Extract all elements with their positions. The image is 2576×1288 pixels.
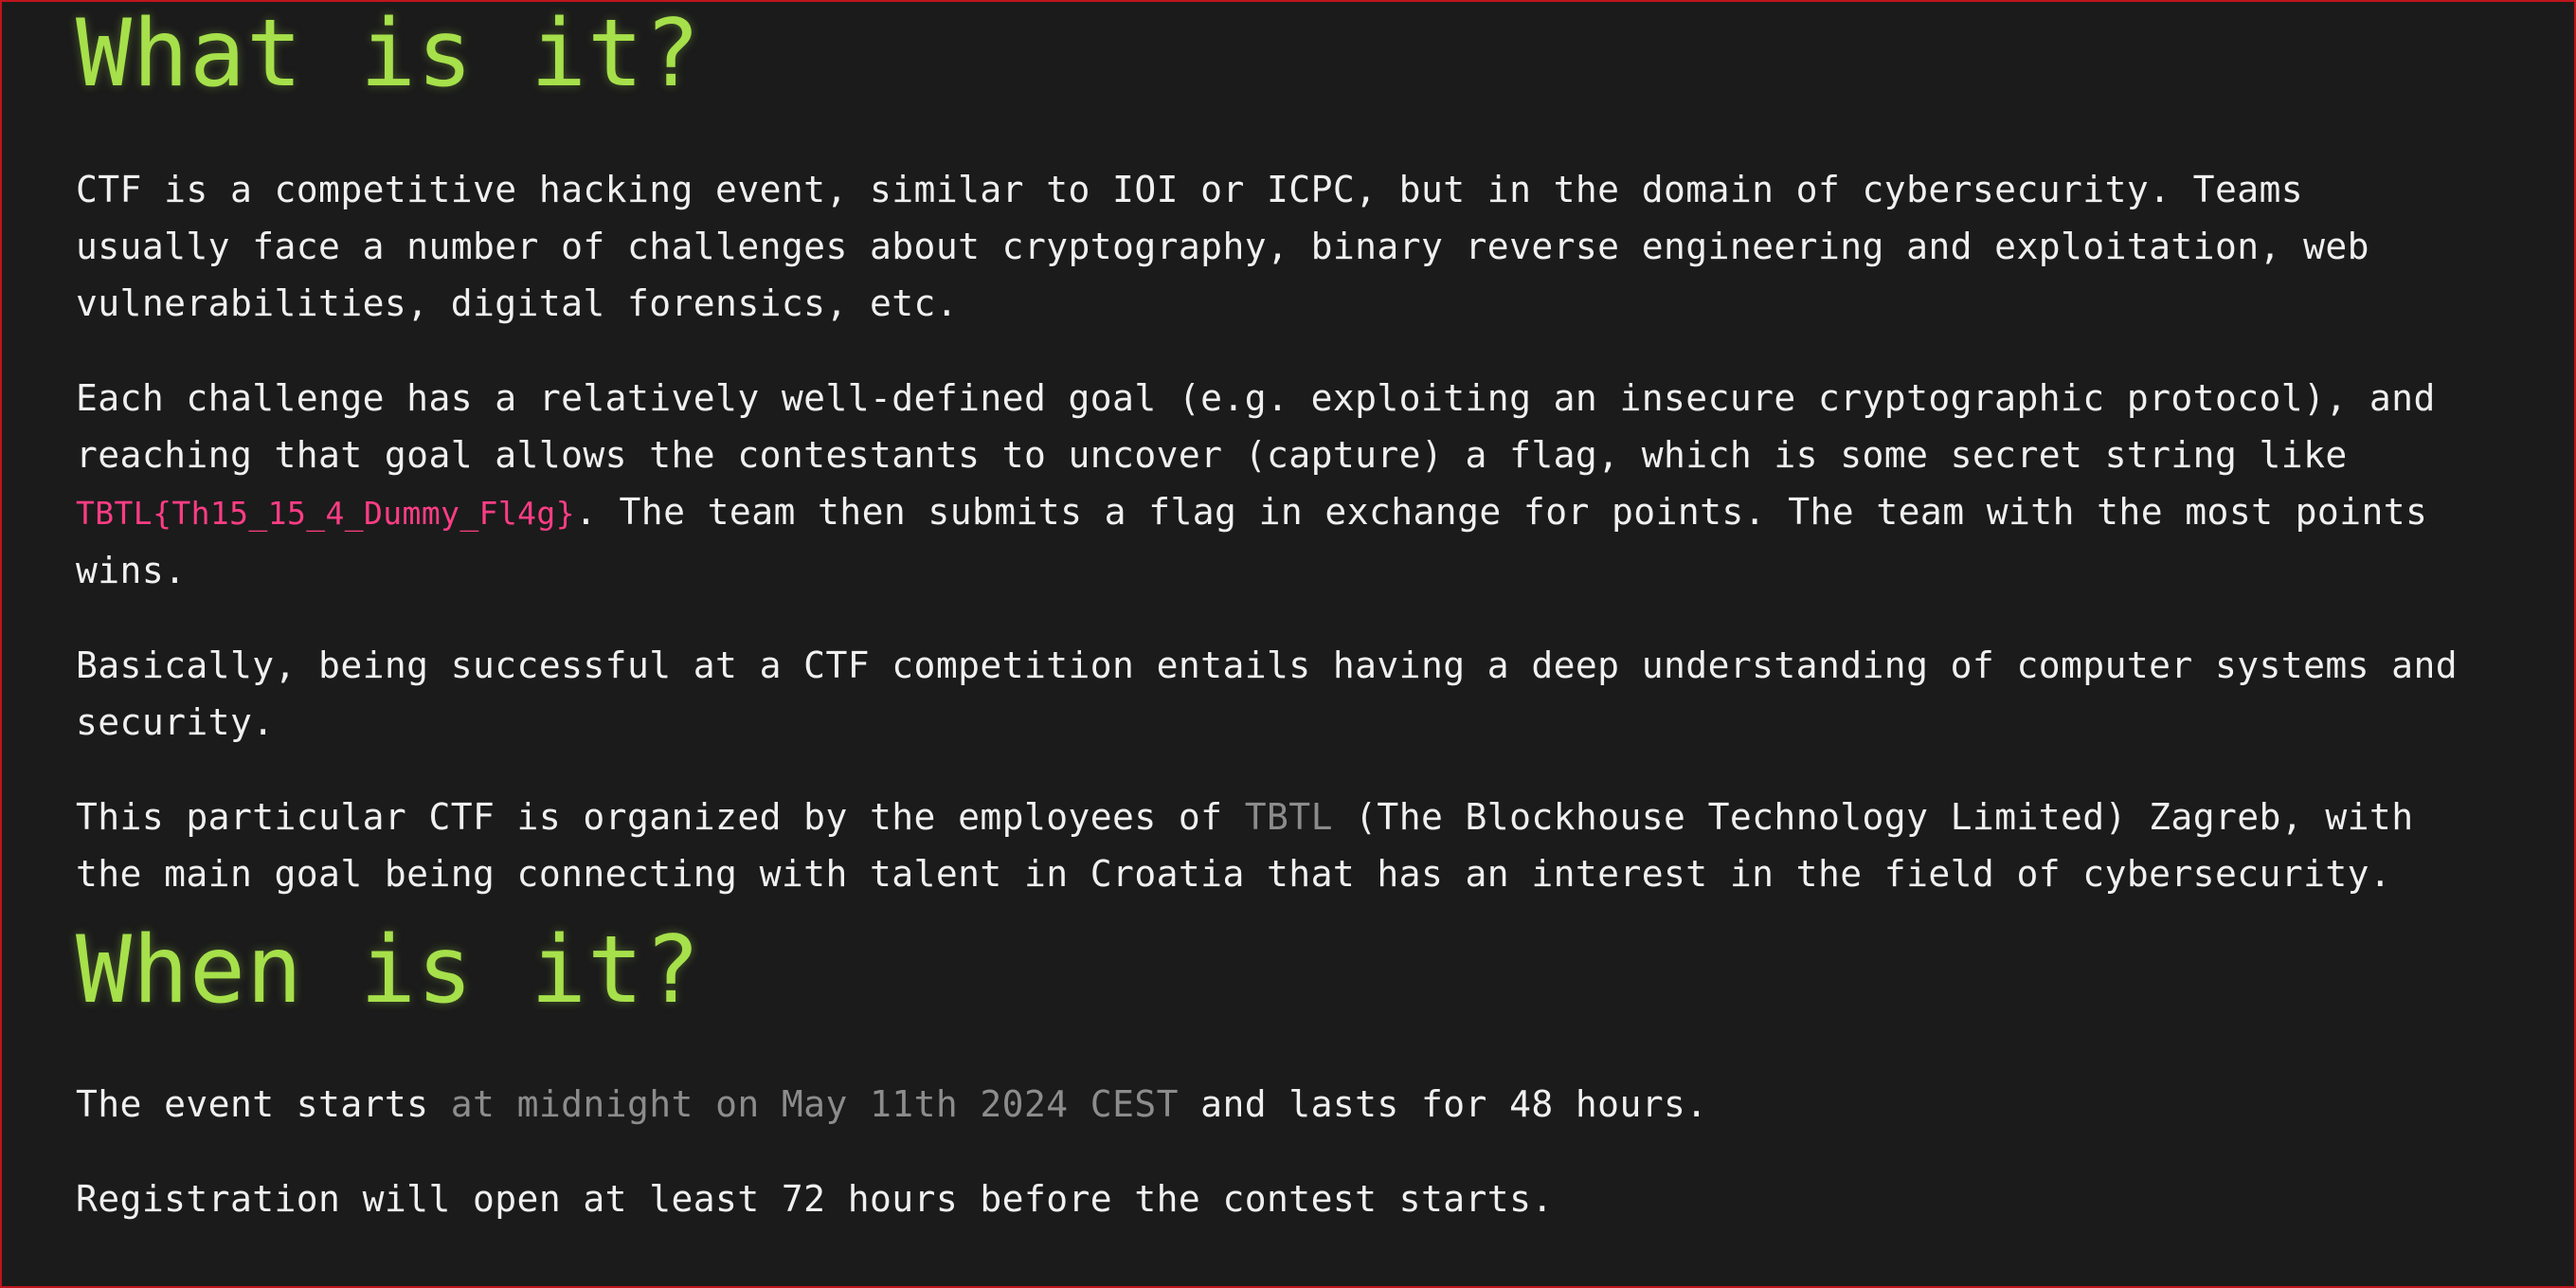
text-line: CTF is a competitive hacking event, simi… xyxy=(76,169,2304,210)
text-line: This particular CTF is organized by the … xyxy=(76,796,1245,838)
paragraph-event-start: The event starts at midnight on May 11th… xyxy=(76,1076,2549,1133)
text-line: Registration will open at least 72 hours… xyxy=(76,1178,1554,1220)
text-line: reaching that goal allows the contestant… xyxy=(76,434,2348,476)
text-line: wins. xyxy=(76,550,187,591)
paragraph-challenge-goal: Each challenge has a relatively well-def… xyxy=(76,370,2549,599)
paragraph-ctf-intro: CTF is a competitive hacking event, simi… xyxy=(76,161,2549,332)
text-line: security. xyxy=(76,701,275,743)
text-line: Each challenge has a relatively well-def… xyxy=(76,377,2436,419)
organizer-name: TBTL xyxy=(1244,796,1333,838)
text-line: . The team then submits a flag in exchan… xyxy=(574,491,2428,533)
flag-example: TBTL{Th15_15_4_Dummy_Fl4g} xyxy=(76,495,575,532)
text-line: and lasts for 48 hours. xyxy=(1178,1083,1708,1125)
text-line: (The Blockhouse Technology Limited) Zagr… xyxy=(1332,796,2414,838)
text-line: Basically, being successful at a CTF com… xyxy=(76,644,2459,686)
paragraph-organizer: This particular CTF is organized by the … xyxy=(76,789,2549,902)
event-time: at midnight on May 11th 2024 CEST xyxy=(450,1083,1179,1125)
text-line: vulnerabilities, digital forensics, etc. xyxy=(76,282,959,324)
paragraph-registration: Registration will open at least 72 hours… xyxy=(76,1170,2549,1227)
paragraph-success: Basically, being successful at a CTF com… xyxy=(76,637,2549,751)
heading-when-is-it: When is it? xyxy=(76,916,702,1025)
main-content: What is it? CTF is a competitive hacking… xyxy=(76,2,2549,1227)
text-line: usually face a number of challenges abou… xyxy=(76,226,2369,267)
text-line: the main goal being connecting with tale… xyxy=(76,853,2392,895)
heading-what-is-it: What is it? xyxy=(76,0,702,108)
text-line: The event starts xyxy=(76,1083,451,1125)
